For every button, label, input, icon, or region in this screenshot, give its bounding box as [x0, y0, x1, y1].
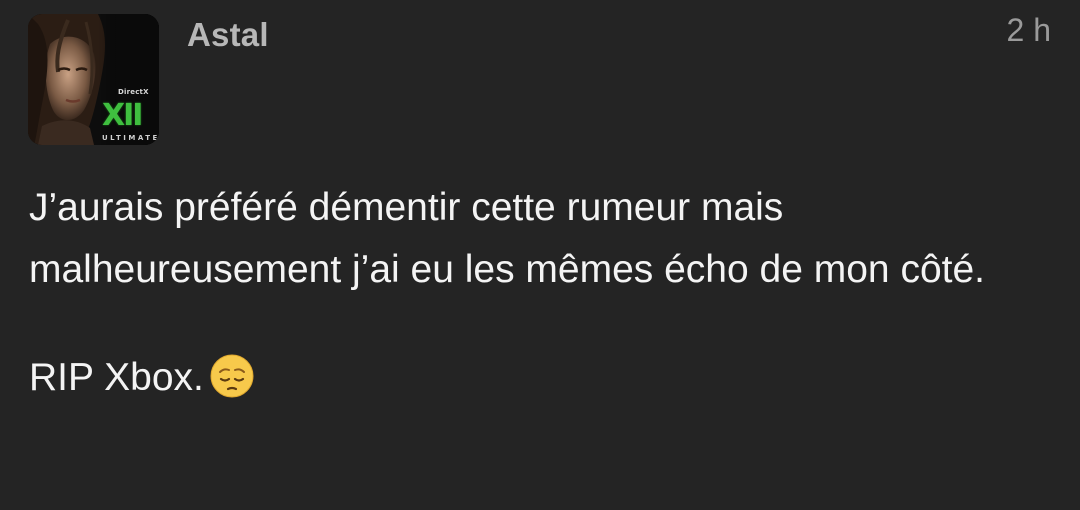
pensive-face-emoji-icon [210, 354, 254, 417]
comment-paragraph: J’aurais préféré démentir cette rumeur m… [29, 186, 985, 291]
comment-paragraph: RIP Xbox. [29, 347, 1049, 417]
avatar-version-text: XII [102, 98, 143, 133]
avatar-edition-text: ULTIMATE [102, 134, 159, 142]
comment-paragraph-text: RIP Xbox. [29, 356, 204, 399]
comment-body: J’aurais préféré démentir cette rumeur m… [29, 177, 1049, 417]
post-timestamp: 2 h [1006, 12, 1051, 48]
avatar[interactable]: DirectX XII ULTIMATE [28, 14, 159, 145]
avatar-brand-text: DirectX [118, 88, 149, 96]
author-username[interactable]: Astal [187, 16, 269, 54]
comment-card: DirectX XII ULTIMATE Astal 2 h J’aurais … [0, 0, 1080, 510]
